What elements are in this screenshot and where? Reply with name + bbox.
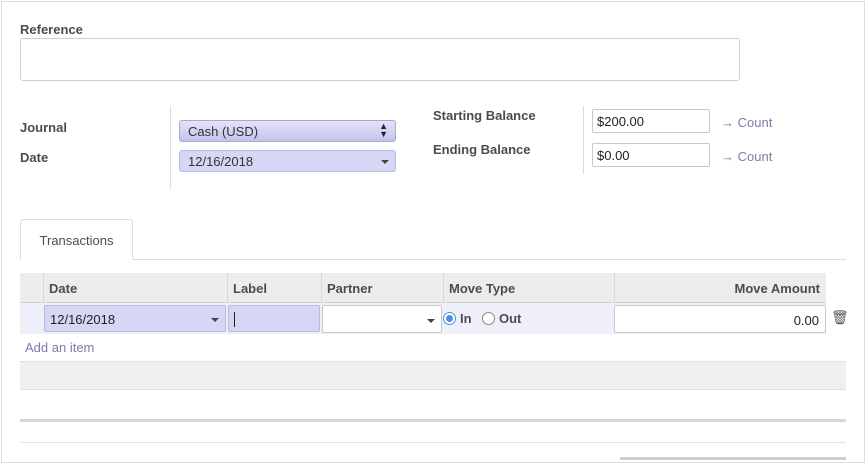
reference-input[interactable] [20, 38, 740, 81]
column-label[interactable]: Label [227, 273, 321, 303]
table-row: 12/16/2018 In Out 0.00 🗑 [20, 303, 849, 334]
scrollbar[interactable] [620, 457, 846, 460]
table-footer [20, 419, 846, 422]
journal-label: Journal [20, 120, 67, 135]
divider [583, 106, 584, 174]
row-amount-input[interactable]: 0.00 [614, 305, 826, 333]
divider [20, 442, 846, 443]
column-move-type[interactable]: Move Type [443, 273, 614, 303]
ending-balance-input[interactable]: $0.00 [592, 143, 710, 167]
tab-transactions[interactable]: Transactions [20, 219, 133, 260]
ending-balance-label: Ending Balance [433, 142, 531, 157]
add-item-link[interactable]: Add an item [25, 340, 94, 355]
date-value: 12/16/2018 [188, 154, 254, 169]
starting-balance-input[interactable]: $200.00 [592, 109, 710, 133]
chevron-down-icon [211, 318, 219, 322]
tab-divider [20, 259, 846, 260]
ending-count-link[interactable]: → Count [721, 149, 772, 164]
column-date[interactable]: Date [43, 273, 227, 303]
move-type-out-label[interactable]: Out [499, 311, 521, 326]
empty-table-row [20, 361, 846, 390]
text-cursor [234, 312, 235, 327]
row-label-input[interactable] [228, 305, 320, 332]
starting-count-link[interactable]: → Count [721, 115, 772, 130]
table-header: Date Label Partner Move Type Move Amount [20, 273, 826, 303]
journal-select[interactable]: Cash (USD) ▲ ▼ [179, 120, 396, 142]
date-label: Date [20, 150, 49, 165]
row-date-input[interactable]: 12/16/2018 [44, 305, 226, 332]
starting-balance-label: Starting Balance [433, 108, 536, 123]
column-partner[interactable]: Partner [321, 273, 443, 303]
journal-value: Cash (USD) [188, 124, 259, 139]
move-type-out-radio[interactable] [482, 312, 495, 325]
move-type-in-label[interactable]: In [460, 311, 472, 326]
move-type-in-radio[interactable] [443, 312, 456, 325]
row-date-value: 12/16/2018 [50, 312, 116, 327]
trash-icon[interactable]: 🗑 [831, 309, 849, 326]
date-select[interactable]: 12/16/2018 [179, 150, 396, 172]
divider [170, 106, 171, 189]
row-partner-input[interactable] [322, 305, 442, 333]
column-move-amount[interactable]: Move Amount [614, 273, 826, 303]
chevron-down-icon [427, 319, 435, 323]
chevron-down-icon [381, 160, 389, 164]
reference-label: Reference [20, 22, 83, 37]
updown-icon: ▲ ▼ [379, 121, 388, 139]
